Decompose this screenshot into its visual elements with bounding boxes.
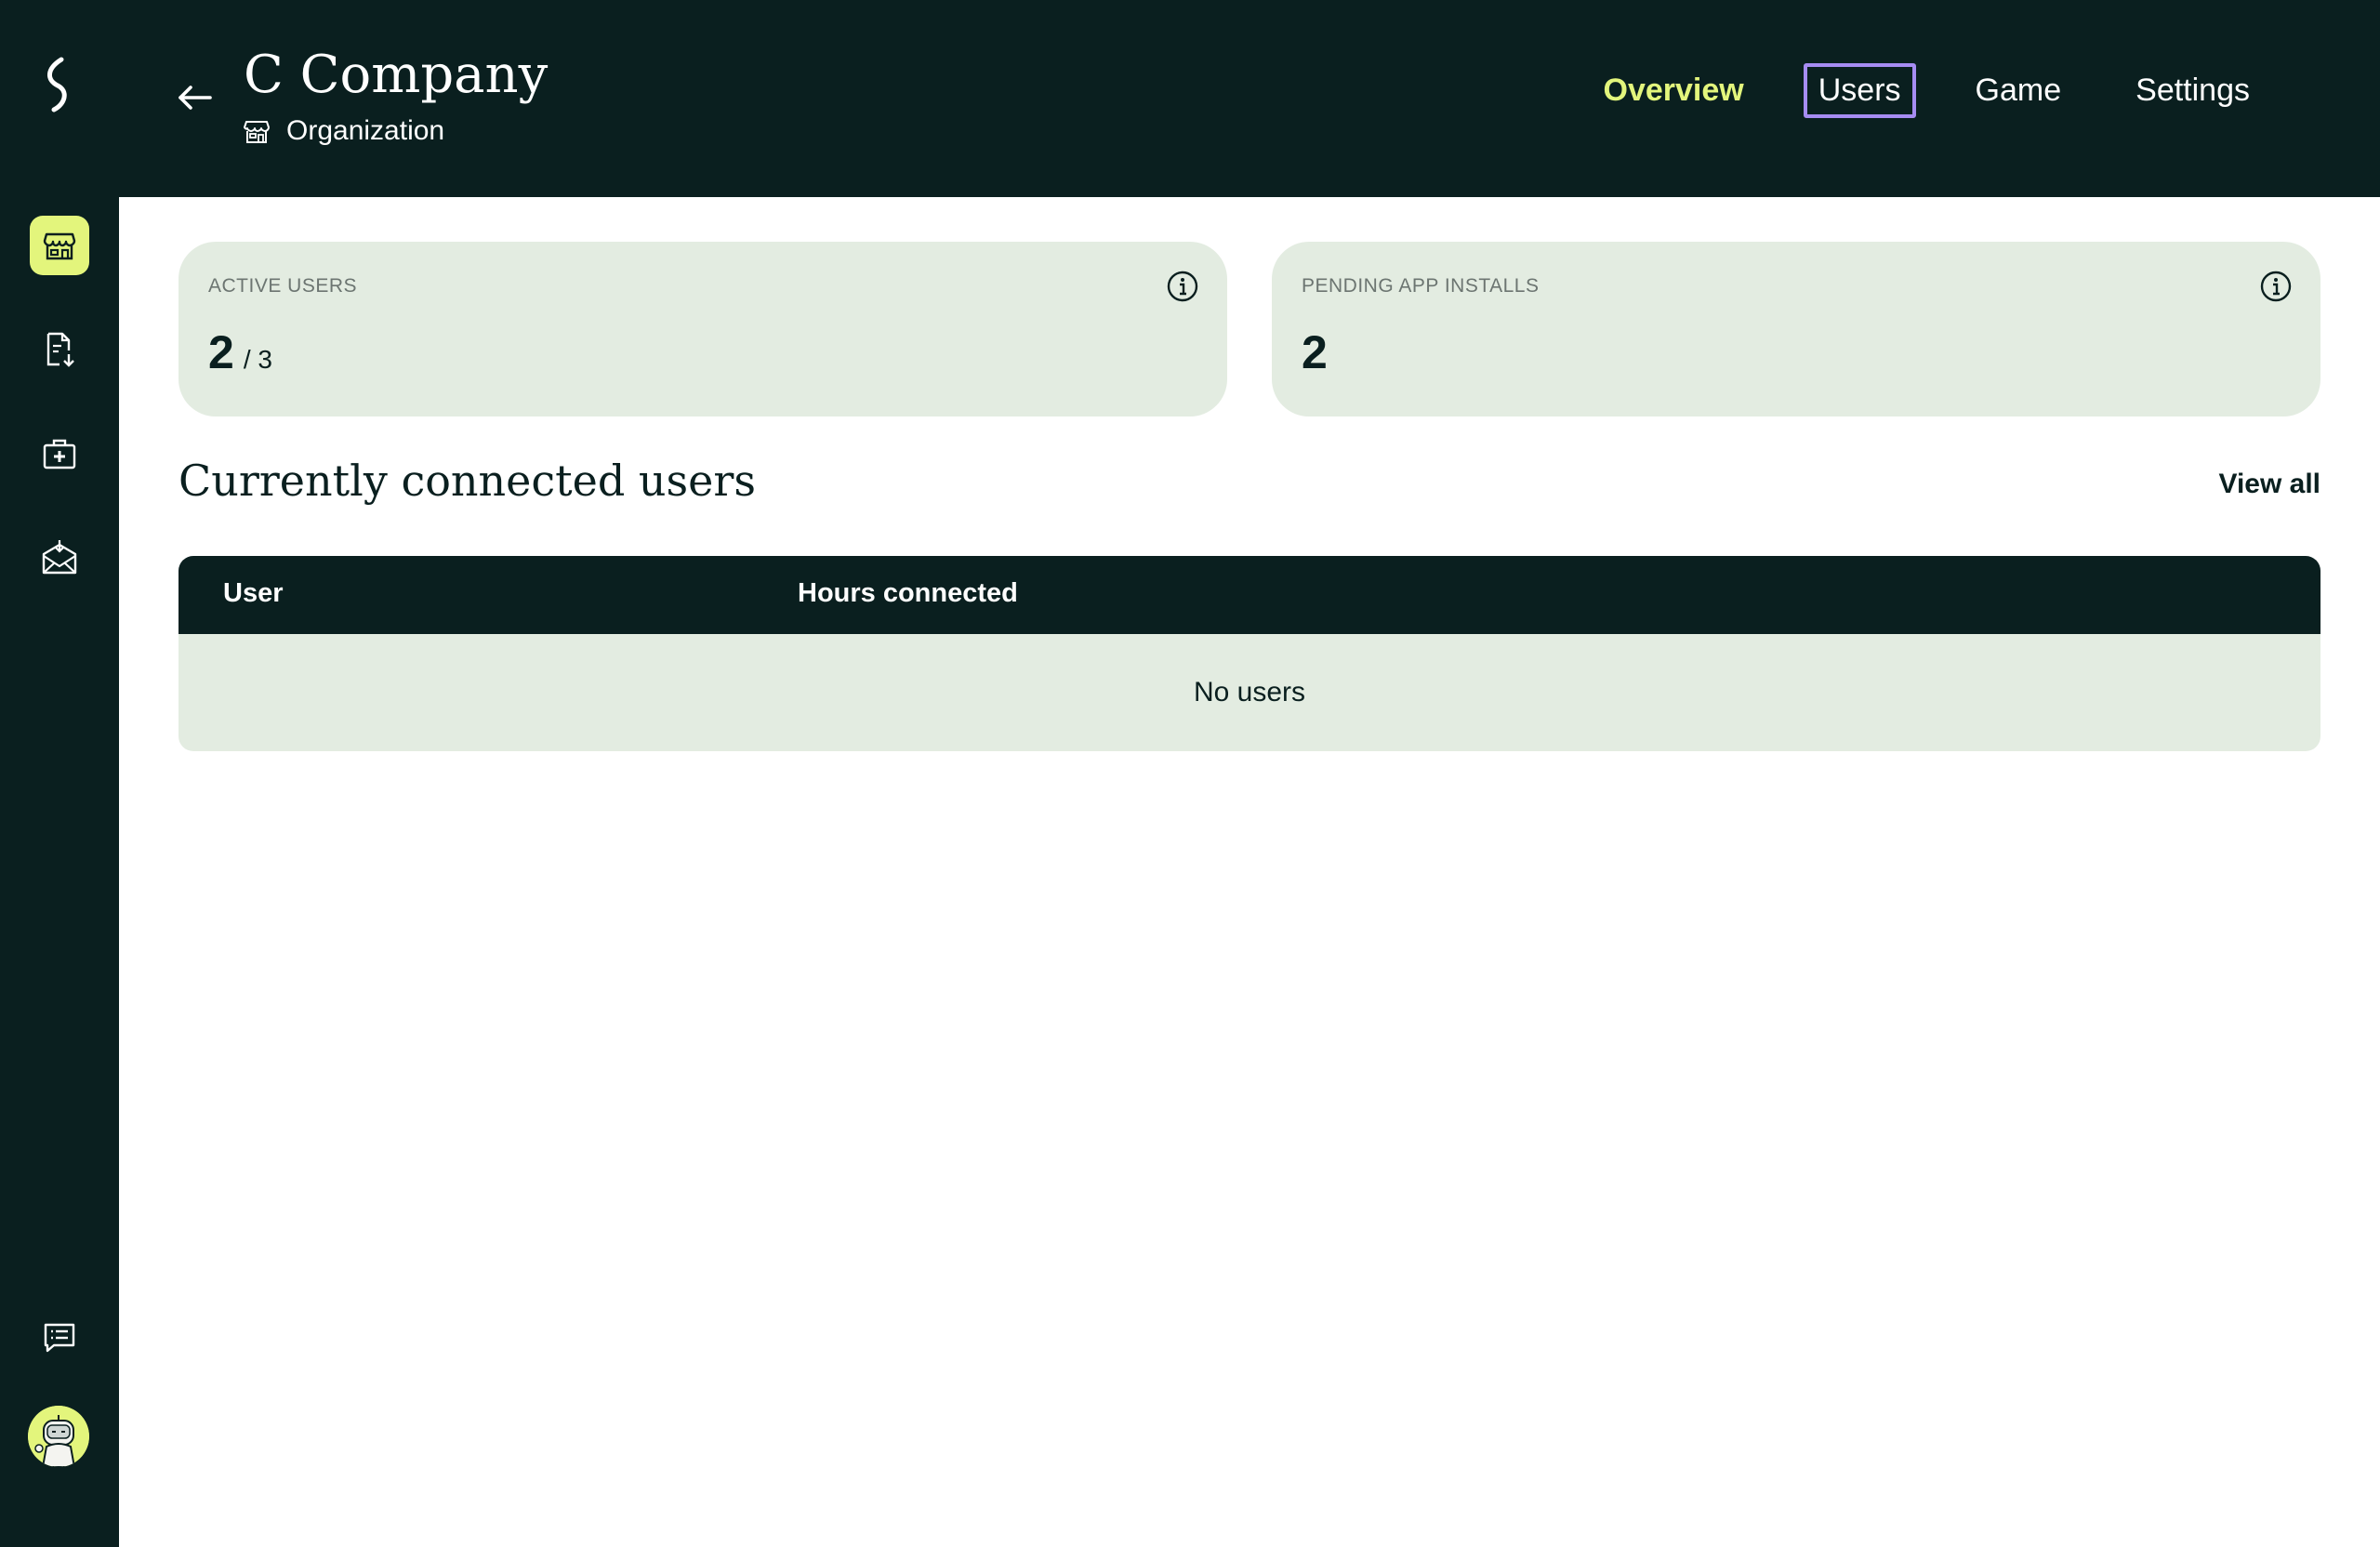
tab-game[interactable]: Game: [1961, 63, 2077, 118]
sidebar-item-messages[interactable]: [30, 1307, 89, 1367]
tab-settings[interactable]: Settings: [2121, 63, 2265, 118]
tab-users[interactable]: Users: [1803, 63, 1916, 118]
view-all-link[interactable]: View all: [2218, 469, 2320, 500]
brand-logo[interactable]: [33, 52, 86, 117]
storefront-icon: [43, 232, 76, 260]
sidebar: [0, 0, 119, 1547]
info-icon[interactable]: [1166, 270, 1199, 303]
active-users-count: 2: [208, 326, 234, 378]
table-header: User Hours connected: [178, 556, 2320, 634]
document-download-icon: [46, 332, 74, 367]
sidebar-item-inbox[interactable]: [30, 528, 89, 588]
page-title: C Company: [244, 45, 549, 105]
robot-avatar-icon: [28, 1406, 89, 1467]
sidebar-item-medical[interactable]: [30, 424, 89, 483]
avatar[interactable]: [28, 1406, 89, 1467]
empty-state-text: No users: [1193, 677, 1306, 707]
organization-subtitle: Organization: [242, 115, 444, 147]
mail-inbox-icon: [42, 540, 77, 575]
pending-installs-label: PENDING APP INSTALLS: [1302, 275, 1540, 297]
storefront-icon: [244, 121, 270, 143]
sidebar-item-documents[interactable]: [30, 320, 89, 379]
section-title: Currently connected users: [178, 456, 756, 506]
column-header-hours[interactable]: Hours connected: [798, 578, 1018, 609]
pending-installs-card: PENDING APP INSTALLS 2: [1272, 242, 2320, 416]
tab-overview[interactable]: Overview: [1589, 63, 1759, 118]
pending-installs-count: 2: [1302, 326, 1328, 378]
organization-label: Organization: [286, 115, 445, 146]
active-users-label: ACTIVE USERS: [208, 275, 358, 297]
back-arrow-icon[interactable]: [175, 74, 214, 113]
top-bar: C Company Organization Overview Users Ga…: [119, 0, 2380, 197]
tab-bar: Overview Users Game Settings: [1589, 63, 2265, 118]
active-users-total: / 3: [243, 345, 272, 374]
pending-installs-value: 2: [1302, 325, 1328, 379]
sidebar-item-organizations[interactable]: [30, 216, 89, 275]
active-users-card: ACTIVE USERS 2 / 3: [178, 242, 1227, 416]
info-icon[interactable]: [2259, 270, 2293, 303]
connected-users-table: User Hours connected No users: [178, 556, 2320, 751]
table-body: No users: [178, 634, 2320, 751]
chat-message-icon: [44, 1323, 75, 1353]
active-users-value: 2 / 3: [208, 325, 272, 379]
column-header-user[interactable]: User: [223, 578, 284, 609]
medical-kit-icon: [43, 439, 76, 469]
